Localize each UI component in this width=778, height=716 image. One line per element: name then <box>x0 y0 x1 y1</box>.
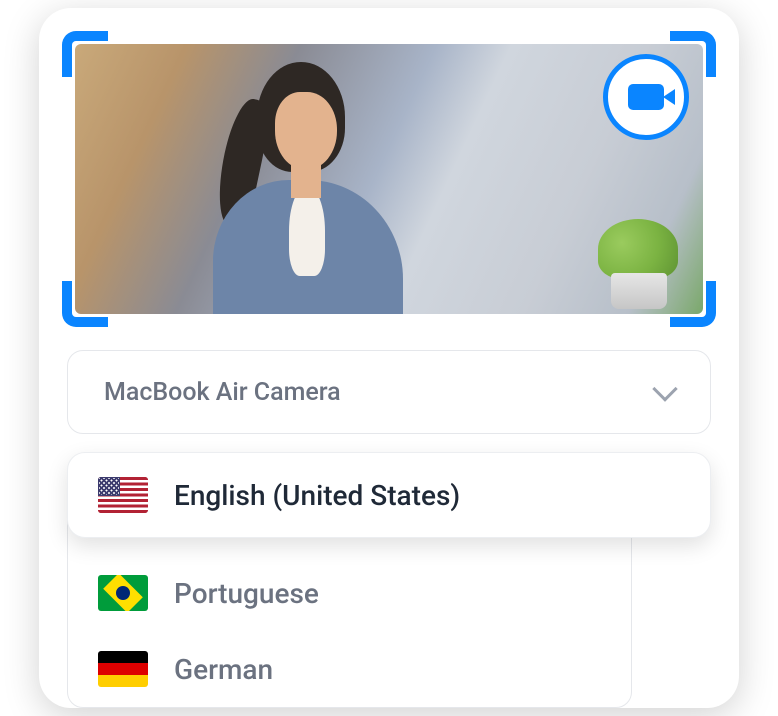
video-preview-frame <box>67 36 711 322</box>
flag-us-icon <box>98 477 148 513</box>
language-item-german[interactable]: German <box>68 631 631 707</box>
video-camera-icon <box>628 84 664 110</box>
language-item-portuguese[interactable]: Portuguese <box>68 555 631 631</box>
camera-select-dropdown[interactable]: MacBook Air Camera <box>67 350 711 434</box>
settings-card: MacBook Air Camera English (United State… <box>39 8 739 708</box>
flag-br-icon <box>98 575 148 611</box>
chevron-down-icon <box>652 376 677 401</box>
language-label: German <box>174 653 273 686</box>
camera-select-label: MacBook Air Camera <box>104 378 341 407</box>
record-button[interactable] <box>603 54 689 140</box>
language-item-selected[interactable]: English (United States) <box>67 452 711 538</box>
preview-plant <box>593 219 683 309</box>
preview-person <box>165 62 425 314</box>
language-label: Portuguese <box>174 577 319 610</box>
flag-de-icon <box>98 651 148 687</box>
language-list: English (United States) Portuguese Germa… <box>67 462 711 708</box>
language-label: English (United States) <box>174 479 460 512</box>
